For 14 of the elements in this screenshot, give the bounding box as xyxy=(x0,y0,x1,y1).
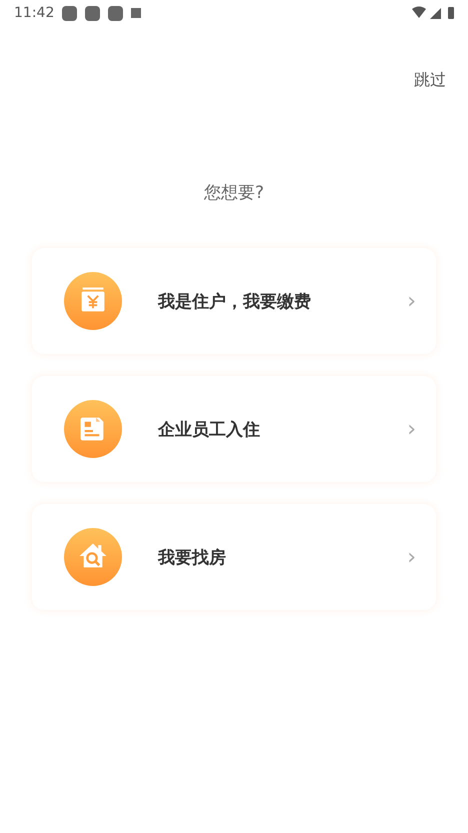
option-card[interactable]: 我是住户，我要缴费 › xyxy=(32,248,436,354)
payment-icon xyxy=(64,272,122,330)
option-card[interactable]: 我要找房 › xyxy=(32,504,436,610)
notification-icon xyxy=(62,6,78,20)
notification-icon xyxy=(131,8,142,18)
skip-link[interactable]: 跳过 xyxy=(414,70,446,91)
document-icon xyxy=(64,400,122,458)
question-title: 您想要? xyxy=(202,182,266,204)
option-card[interactable]: 企业员工入住 › xyxy=(32,376,436,482)
notification-icon xyxy=(85,6,100,20)
status-time: 11:42 xyxy=(14,5,54,21)
notification-icon xyxy=(108,6,124,20)
house-icon xyxy=(64,528,122,586)
signal-battery-icon xyxy=(412,6,456,20)
